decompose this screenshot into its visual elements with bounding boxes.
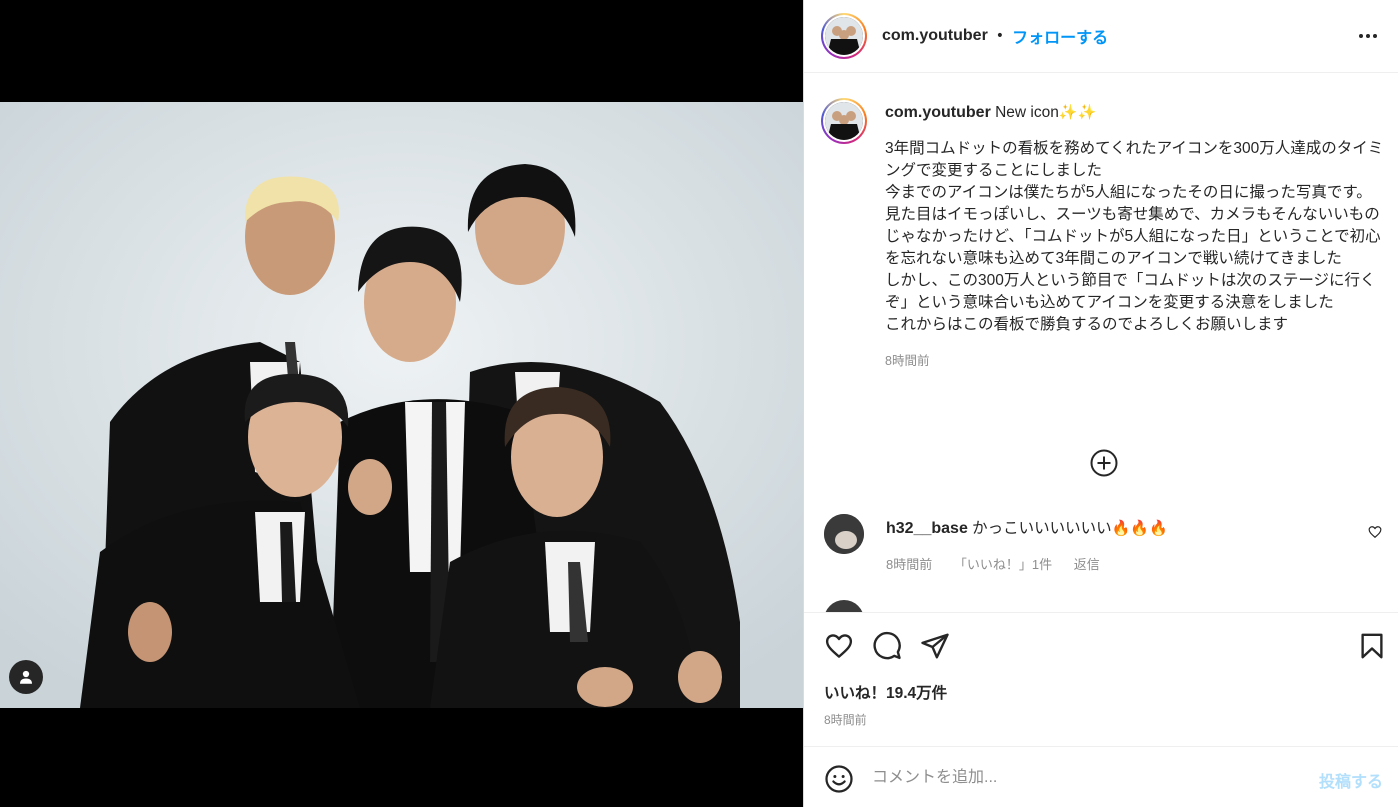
like-button[interactable] bbox=[824, 631, 854, 661]
post-actions: いいね！19.4万件 8時間前 bbox=[804, 612, 1398, 746]
comments-list[interactable]: com.youtuber New icon✨✨ 3年間コムドットの看板を務めてく… bbox=[804, 74, 1398, 612]
post-panel: com.youtuber • フォローする com.youtuber New i… bbox=[803, 0, 1398, 807]
caption-text: 3年間コムドットの看板を務めてくれたアイコンを300万人達成のタイミングで変更す… bbox=[885, 140, 1384, 333]
user-tag-button[interactable] bbox=[9, 660, 43, 694]
caption-time[interactable]: 8時間前 bbox=[885, 350, 1385, 372]
comment-body: h32__base かっこいいいいいい🔥🔥🔥 bbox=[886, 516, 1168, 538]
commenter-avatar[interactable] bbox=[824, 514, 864, 554]
group-photo-image bbox=[0, 102, 803, 708]
post-comment-button[interactable]: 投稿する bbox=[1319, 768, 1383, 792]
post-header: com.youtuber • フォローする bbox=[804, 0, 1398, 73]
header-meta: com.youtuber • フォローする bbox=[882, 24, 1108, 48]
post-photo[interactable] bbox=[0, 102, 803, 708]
comment-meta: 8時間前 「いいね！」1件 返信 bbox=[886, 554, 1118, 573]
post-media bbox=[0, 0, 803, 807]
comment-emoji: 🔥🔥🔥 bbox=[1111, 520, 1168, 537]
likes-count[interactable]: いいね！19.4万件 bbox=[824, 681, 947, 703]
comment-bubble-icon bbox=[873, 631, 901, 660]
share-button[interactable] bbox=[920, 631, 950, 661]
paper-plane-icon bbox=[921, 633, 949, 659]
emoji-button[interactable] bbox=[824, 764, 854, 794]
save-button[interactable] bbox=[1357, 631, 1387, 661]
header-separator: • bbox=[995, 28, 1005, 44]
comment-like-button[interactable] bbox=[1368, 524, 1382, 539]
commenter-avatar[interactable] bbox=[824, 600, 864, 612]
load-more-comments-button[interactable] bbox=[1089, 448, 1119, 478]
post-time[interactable]: 8時間前 bbox=[824, 711, 867, 728]
avatar-image bbox=[824, 514, 864, 554]
caption-avatar[interactable] bbox=[821, 98, 867, 144]
follow-button[interactable]: フォローする bbox=[1012, 24, 1108, 48]
comment-reply-button[interactable]: 返信 bbox=[1074, 557, 1100, 572]
heart-icon bbox=[825, 634, 853, 658]
comment-button[interactable] bbox=[872, 631, 902, 661]
caption-username[interactable]: com.youtuber bbox=[885, 104, 991, 121]
add-comment-bar: 投稿する bbox=[804, 746, 1398, 807]
plus-circle-icon bbox=[1090, 449, 1118, 477]
caption-headline-emoji: ✨✨ bbox=[1058, 104, 1097, 121]
heart-icon bbox=[1368, 526, 1382, 539]
bookmark-icon bbox=[1361, 633, 1383, 659]
author-avatar[interactable] bbox=[821, 13, 867, 59]
caption-headline: New icon bbox=[995, 104, 1059, 121]
avatar-image bbox=[825, 17, 863, 55]
commenter-username[interactable]: h32__base bbox=[886, 520, 968, 537]
more-options-button[interactable] bbox=[1354, 24, 1382, 48]
user-tag-icon bbox=[20, 670, 32, 684]
author-username[interactable]: com.youtuber bbox=[882, 27, 988, 45]
smiley-icon bbox=[825, 765, 853, 793]
comment-input[interactable] bbox=[872, 765, 1292, 791]
comment-like-count[interactable]: 「いいね！」1件 bbox=[954, 557, 1052, 572]
more-options-icon bbox=[1359, 34, 1363, 38]
caption-body: com.youtuber New icon✨✨ 3年間コムドットの看板を務めてく… bbox=[885, 102, 1385, 372]
comment-time[interactable]: 8時間前 bbox=[886, 557, 932, 572]
avatar-image bbox=[825, 102, 863, 140]
comment-text: かっこいいいいいい bbox=[972, 520, 1112, 537]
